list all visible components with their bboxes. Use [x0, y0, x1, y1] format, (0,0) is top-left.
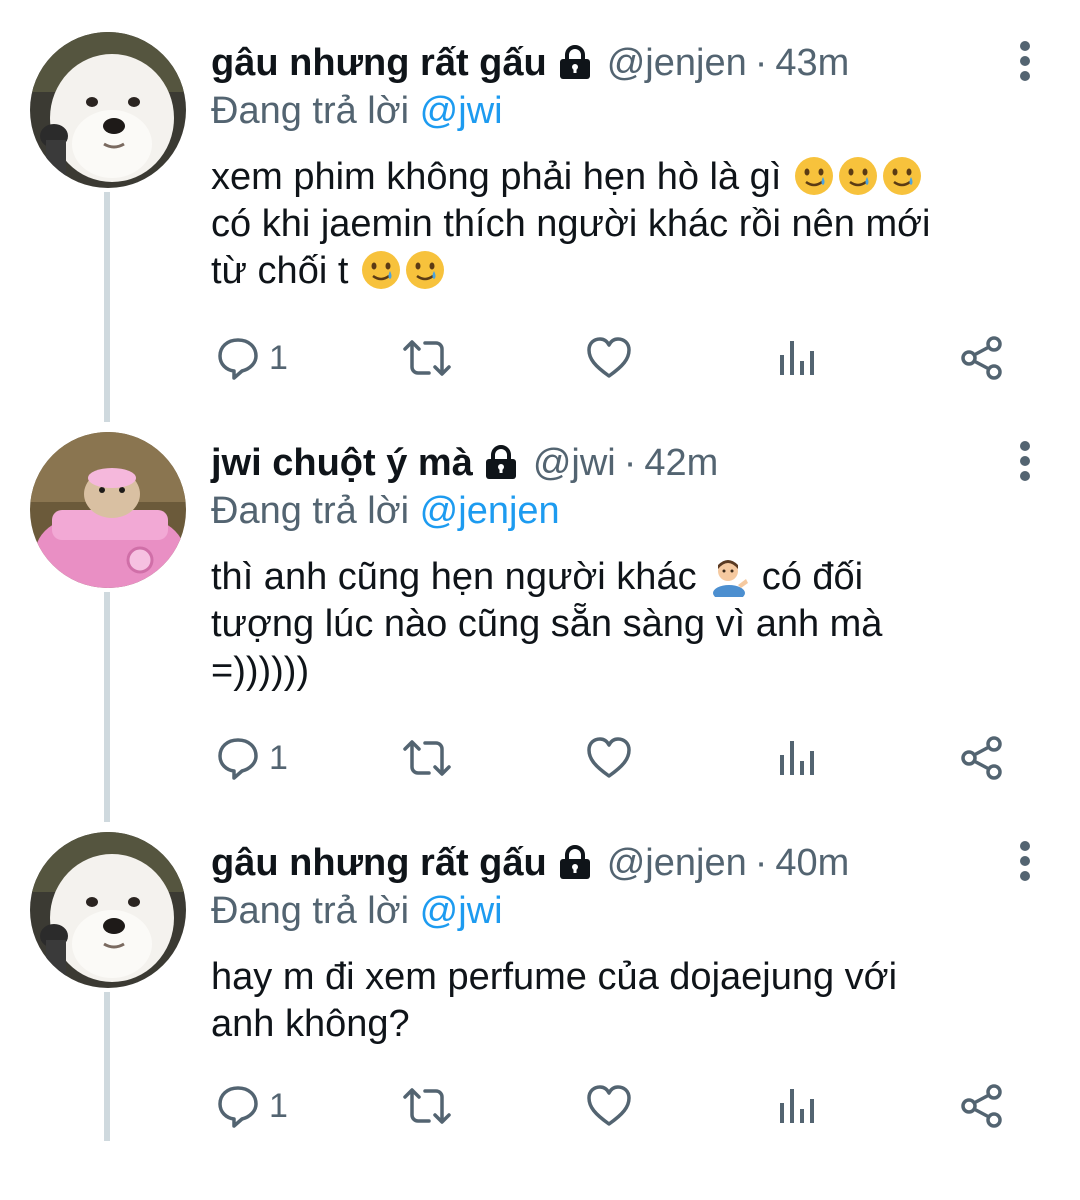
- reply-count: 1: [269, 338, 288, 377]
- tweet[interactable]: gâu nhưng rất gấu @jenjen · 40m Đang trả…: [0, 800, 1080, 1200]
- person-tipping-hand-emoji: [713, 560, 749, 597]
- mention-link[interactable]: @jenjen: [420, 490, 560, 532]
- reply-count: 1: [269, 738, 288, 777]
- like-button[interactable]: [585, 1076, 633, 1136]
- separator: ·: [623, 442, 637, 484]
- tweet-text: hay m đi xem perfume của dojaejung với a…: [211, 954, 1011, 1048]
- heart-icon: [587, 1085, 631, 1126]
- lock-icon: [559, 845, 590, 879]
- white-dog-avatar-image: [30, 32, 186, 188]
- analytics-icon: [780, 1089, 814, 1123]
- reply-icon: [218, 1086, 258, 1128]
- tweet-text: thì anh cũng hẹn người khác có đối tượng…: [211, 554, 1011, 695]
- lock-icon: [485, 445, 516, 479]
- reply-icon: [218, 338, 258, 380]
- share-icon: [961, 1084, 1002, 1128]
- tweet-text-line: tượng lúc nào cũng sẵn sàng vì anh mà: [211, 603, 883, 645]
- separator: ·: [754, 842, 768, 884]
- views-button[interactable]: [777, 1076, 817, 1136]
- replying-to: Đang trả lời @jwi: [211, 86, 503, 136]
- heart-icon: [587, 337, 631, 378]
- avatar[interactable]: [30, 32, 186, 188]
- timestamp[interactable]: 40m: [775, 838, 849, 888]
- replying-prefix: Đang trả lời: [211, 890, 410, 932]
- tweet-text-line: anh không?: [211, 1003, 410, 1045]
- views-button[interactable]: [777, 728, 817, 788]
- mention-link[interactable]: @jwi: [420, 890, 503, 932]
- display-name[interactable]: jwi chuột ý mà: [211, 438, 473, 488]
- tweet-actions: 1: [211, 728, 1011, 788]
- avatar[interactable]: [30, 832, 186, 988]
- smiling-tear-emoji: [361, 251, 400, 289]
- replying-to: Đang trả lời @jenjen: [211, 486, 560, 536]
- display-name[interactable]: gâu nhưng rất gấu: [211, 838, 547, 888]
- lock-icon: [559, 45, 590, 79]
- reply-button[interactable]: 1: [215, 328, 288, 388]
- smiling-tear-emoji: [838, 157, 877, 195]
- display-name[interactable]: gâu nhưng rất gấu: [211, 38, 547, 88]
- tweet-text-line: xem phim không phải hẹn hò là gì: [211, 154, 1011, 201]
- reply-count: 1: [269, 1086, 288, 1125]
- tweet-actions: 1: [211, 328, 1011, 388]
- separator: ·: [754, 42, 768, 84]
- white-dog-avatar-image: [30, 832, 186, 988]
- tweet-text: xem phim không phải hẹn hò là gì có khi …: [211, 154, 1011, 295]
- reply-icon: [218, 738, 258, 780]
- share-button[interactable]: [959, 728, 1005, 788]
- smiling-tear-emoji: [794, 157, 833, 195]
- retweet-button[interactable]: [401, 328, 453, 388]
- handle[interactable]: @jenjen: [607, 838, 747, 888]
- share-button[interactable]: [959, 1076, 1005, 1136]
- retweet-icon: [403, 1088, 451, 1124]
- more-vertical-icon[interactable]: [1005, 838, 1045, 888]
- handle[interactable]: @jwi: [533, 438, 616, 488]
- more-vertical-icon[interactable]: [1005, 38, 1045, 88]
- heart-icon: [587, 737, 631, 778]
- tweet-text-line: thì anh cũng hẹn người khác có đối: [211, 554, 1011, 601]
- share-icon: [961, 736, 1002, 780]
- tweet-header: gâu nhưng rất gấu @jenjen · 43m: [211, 38, 1020, 88]
- retweet-button[interactable]: [401, 728, 453, 788]
- like-button[interactable]: [585, 328, 633, 388]
- replying-prefix: Đang trả lời: [211, 90, 410, 132]
- avatar[interactable]: [30, 432, 186, 588]
- tweet-header: jwi chuột ý mà @jwi · 42m: [211, 438, 1020, 488]
- tweet[interactable]: gâu nhưng rất gấu @jenjen · 43m Đang trả…: [0, 0, 1080, 400]
- analytics-icon: [780, 341, 814, 375]
- retweet-icon: [403, 340, 451, 376]
- tweet-text-line: từ chối t: [211, 248, 1011, 295]
- timestamp[interactable]: 43m: [775, 38, 849, 88]
- mention-link[interactable]: @jwi: [420, 90, 503, 132]
- tweet-actions: 1: [211, 1076, 1011, 1136]
- retweet-button[interactable]: [401, 1076, 453, 1136]
- replying-prefix: Đang trả lời: [211, 490, 410, 532]
- handle[interactable]: @jenjen: [607, 38, 747, 88]
- more-vertical-icon[interactable]: [1005, 438, 1045, 488]
- replying-to: Đang trả lời @jwi: [211, 886, 503, 936]
- share-icon: [961, 336, 1002, 380]
- tweet[interactable]: jwi chuột ý mà @jwi · 42m Đang trả lời @…: [0, 400, 1080, 800]
- tweet-text-line: =)))))): [211, 650, 310, 692]
- reply-button[interactable]: 1: [215, 1076, 288, 1136]
- views-button[interactable]: [777, 328, 817, 388]
- tweet-header: gâu nhưng rất gấu @jenjen · 40m: [211, 838, 1020, 888]
- share-button[interactable]: [959, 328, 1005, 388]
- tweet-text-line: hay m đi xem perfume của dojaejung với: [211, 956, 898, 998]
- smiling-tear-emoji: [882, 157, 921, 195]
- smiling-tear-emoji: [405, 251, 444, 289]
- tweet-text-line: có khi jaemin thích người khác rồi nên m…: [211, 203, 931, 245]
- like-button[interactable]: [585, 728, 633, 788]
- retweet-icon: [403, 740, 451, 776]
- hamster-pink-car-avatar-image: [30, 432, 186, 588]
- reply-button[interactable]: 1: [215, 728, 288, 788]
- timestamp[interactable]: 42m: [644, 438, 718, 488]
- analytics-icon: [780, 741, 814, 775]
